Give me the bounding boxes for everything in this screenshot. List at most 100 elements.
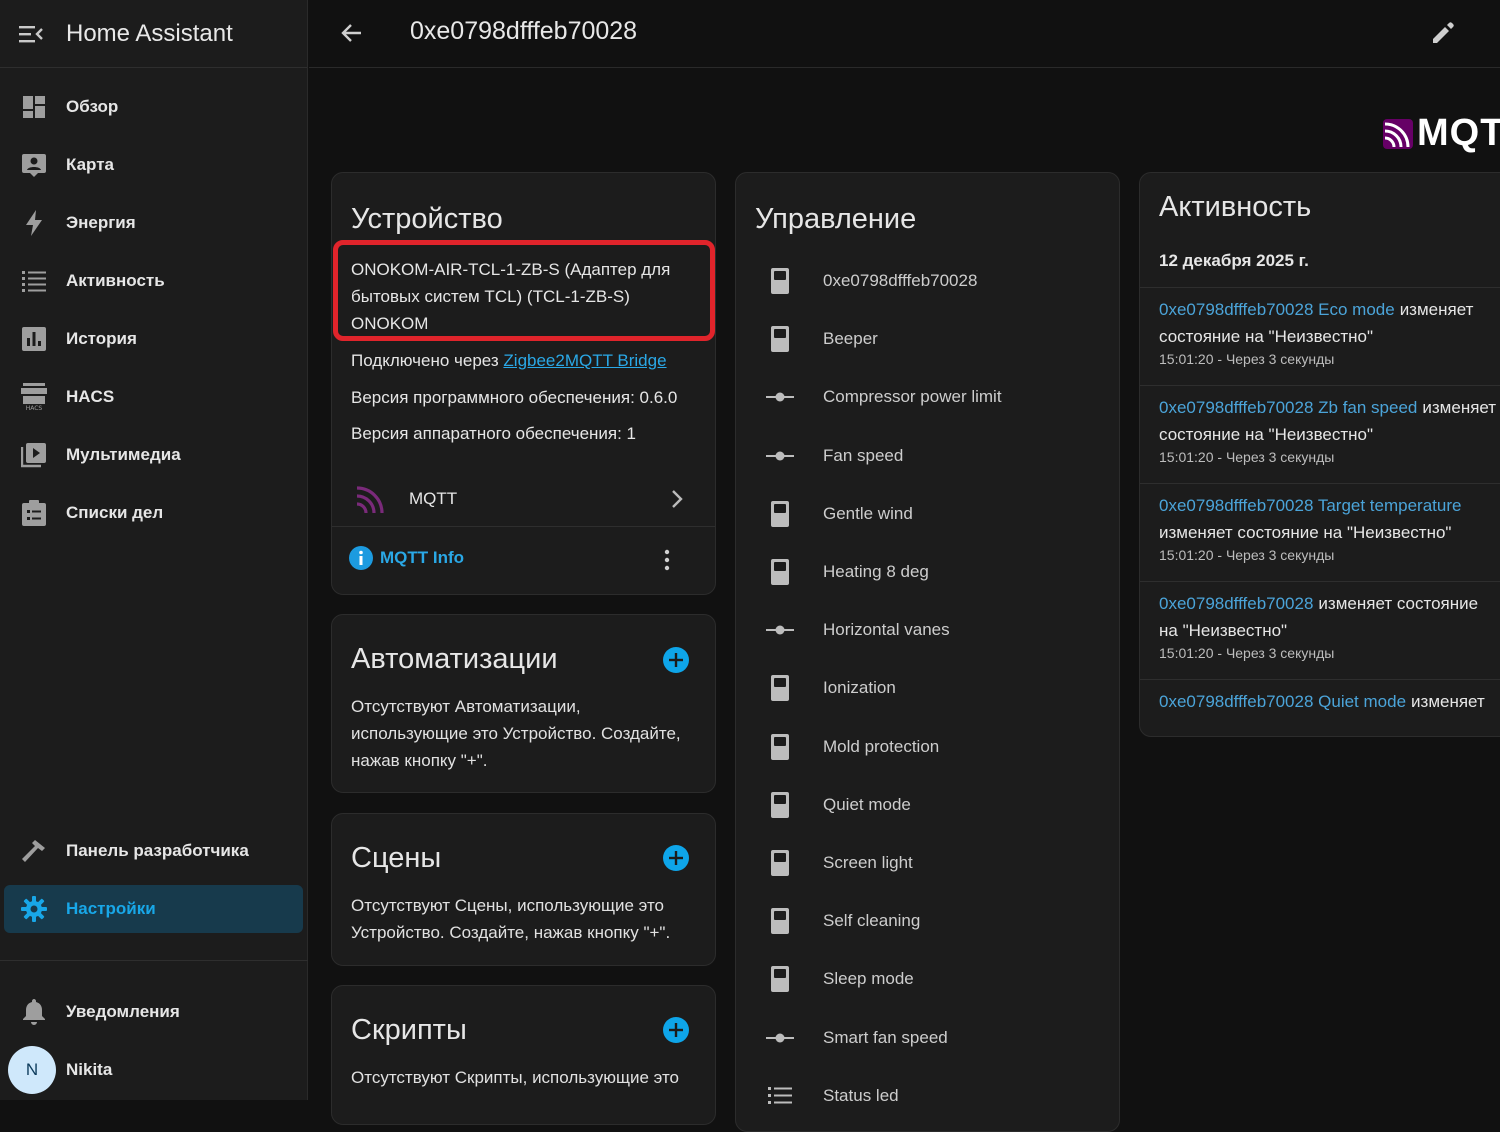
activity-entity-link[interactable]: 0xe0798dfffeb70028 Quiet mode <box>1159 692 1406 711</box>
sidebar-item-history[interactable]: История <box>4 315 303 363</box>
sidebar-item-settings[interactable]: Настройки <box>4 885 303 933</box>
connected-via-label: Подключено через <box>351 351 499 370</box>
control-label: Sleep mode <box>823 969 914 989</box>
slider-icon <box>758 624 802 636</box>
control-label: Gentle wind <box>823 503 913 523</box>
mqtt-info-button[interactable]: MQTT Info <box>348 545 464 571</box>
sidebar-item-media[interactable]: Мультимедиа <box>4 431 303 479</box>
activity-entity-link[interactable]: 0xe0798dfffeb70028 Target temperature <box>1159 496 1461 515</box>
sidebar-item-notifications[interactable]: Уведомления <box>4 988 303 1036</box>
scenes-empty-text: Отсутствуют Сцены, использующие это Устр… <box>351 892 670 946</box>
scripts-card-title: Скрипты <box>351 1014 467 1046</box>
card-divider <box>332 526 715 527</box>
control-row[interactable]: Horizontal vanes <box>758 610 950 650</box>
mqtt-logo-text: MQTT <box>1417 112 1500 154</box>
control-row[interactable]: Status led <box>758 1076 899 1116</box>
control-row[interactable]: 0xe0798dfffeb70028 <box>758 261 977 301</box>
control-label: Beeper <box>823 329 878 349</box>
add-scene-button[interactable] <box>663 845 689 871</box>
sidebar-item-map[interactable]: Карта <box>4 141 303 189</box>
menu-open-icon[interactable] <box>18 23 44 45</box>
add-automation-button[interactable] <box>663 647 689 673</box>
avatar[interactable]: N <box>8 1046 56 1094</box>
control-row[interactable]: Fan speed <box>758 436 903 476</box>
play-box-icon <box>20 441 48 469</box>
controls-card: Управление 0xe0798dfffeb70028 Beeper Compr… <box>735 172 1120 1132</box>
activity-action: изменяет <box>1422 398 1497 417</box>
scripts-text-line: Отсутствуют Скрипты, использующие это <box>351 1068 679 1087</box>
switch-icon <box>758 850 802 876</box>
sidebar-item-label: Мультимедиа <box>66 445 181 464</box>
sidebar-item-hacs[interactable]: HACS HACS <box>4 373 303 421</box>
activity-state-text: изменяет состояние на "Неизвестно" <box>1159 523 1452 542</box>
activity-line: 0xe0798dfffeb70028 Quiet mode изменяет <box>1159 688 1500 715</box>
zigbee2mqtt-bridge-link[interactable]: Zigbee2MQTT Bridge <box>503 351 666 370</box>
user-name: Nikita <box>66 1060 113 1079</box>
activity-entry: 0xe0798dfffeb70028 Quiet mode изменяет <box>1140 688 1500 715</box>
app-title: Home Assistant <box>66 19 233 47</box>
activity-time: 15:01:20 - Через 3 секунды <box>1159 645 1335 661</box>
control-row[interactable]: Gentle wind <box>758 494 913 534</box>
sidebar-header: Home Assistant <box>0 0 307 68</box>
automations-card: Автоматизации Отсутствуют Автоматизации,… <box>331 614 716 793</box>
plus-icon <box>669 653 683 667</box>
control-row[interactable]: Screen light <box>758 843 913 883</box>
slider-icon <box>758 391 802 403</box>
switch-icon <box>758 268 802 294</box>
control-label: Horizontal vanes <box>823 620 950 640</box>
control-row[interactable]: Compressor power limit <box>758 377 1002 417</box>
slider-icon <box>758 450 802 462</box>
sidebar-item-developer-tools[interactable]: Панель разработчика <box>4 827 303 875</box>
sidebar-item-label: Обзор <box>66 97 119 116</box>
integration-row-mqtt[interactable]: MQTT <box>332 473 715 525</box>
top-bar: 0xe0798dfffeb70028 <box>309 0 1500 68</box>
sidebar-item-label: Уведомления <box>66 1002 180 1021</box>
activity-entry: 0xe0798dfffeb70028 Eco mode изменяет состо… <box>1140 296 1500 367</box>
sidebar-item-profile[interactable]: Nikita <box>60 1046 300 1094</box>
sidebar-item-label: Списки дел <box>66 503 164 522</box>
control-row[interactable]: Self cleaning <box>758 901 920 941</box>
arrow-left-icon[interactable] <box>339 20 365 46</box>
control-row[interactable]: Ionization <box>758 668 896 708</box>
control-row[interactable]: Beeper <box>758 319 878 359</box>
sidebar-divider <box>0 960 308 961</box>
pencil-icon[interactable] <box>1430 20 1456 46</box>
sidebar-item-overview[interactable]: Обзор <box>4 83 303 131</box>
format-list-icon <box>758 1086 802 1106</box>
activity-entity-link[interactable]: 0xe0798dfffeb70028 Eco mode <box>1159 300 1395 319</box>
switch-icon <box>758 675 802 702</box>
control-row[interactable]: Quiet mode <box>758 785 911 825</box>
activity-state-text: состояние на "Неизвестно" <box>1159 425 1374 444</box>
chart-box-icon <box>20 325 48 353</box>
activity-entity-link[interactable]: 0xe0798dfffeb70028 Zb fan speed <box>1159 398 1417 417</box>
sidebar-item-label: HACS <box>66 387 115 406</box>
svg-text:HACS: HACS <box>26 405 43 411</box>
device-card-title: Устройство <box>351 203 503 235</box>
sidebar-item-energy[interactable]: Энергия <box>4 199 303 247</box>
device-manufacturer: ONOKOM <box>351 314 429 333</box>
activity-entity-link[interactable]: 0xe0798dfffeb70028 <box>1159 594 1313 613</box>
sidebar-item-todo[interactable]: Списки дел <box>4 489 303 537</box>
device-connected-via: Подключено через Zigbee2MQTT Bridge <box>351 351 667 371</box>
control-row[interactable]: Smart fan speed <box>758 1018 948 1058</box>
control-row[interactable]: Heating 8 deg <box>758 552 929 592</box>
info-icon <box>348 545 374 571</box>
control-label: Screen light <box>823 853 913 872</box>
switch-icon <box>758 733 802 760</box>
device-firmware: Версия программного обеспечения: 0.6.0 <box>351 388 678 407</box>
activity-entry: 0xe0798dfffeb70028 Zb fan speed изменяет с… <box>1140 394 1500 465</box>
sidebar-item-label: Панель разработчика <box>66 841 249 860</box>
automations-text-line: использующие это Устройство. Создайте, <box>351 724 681 743</box>
control-row[interactable]: Sleep mode <box>758 959 914 999</box>
add-script-button[interactable] <box>663 1017 689 1043</box>
switch-icon <box>758 326 802 353</box>
control-row[interactable]: Mold protection <box>758 727 939 767</box>
control-label: Status led <box>823 1085 899 1105</box>
activity-entry: 0xe0798dfffeb70028 Target temperature изм… <box>1140 492 1500 563</box>
switch-icon <box>758 791 802 818</box>
dots-vertical-icon[interactable] <box>662 549 672 571</box>
sidebar-item-logbook[interactable]: Активность <box>4 257 303 305</box>
scenes-card-title: Сцены <box>351 842 442 874</box>
sidebar-item-label: История <box>66 329 137 348</box>
activity-time: 15:01:20 - Через 3 секунды <box>1159 351 1335 367</box>
